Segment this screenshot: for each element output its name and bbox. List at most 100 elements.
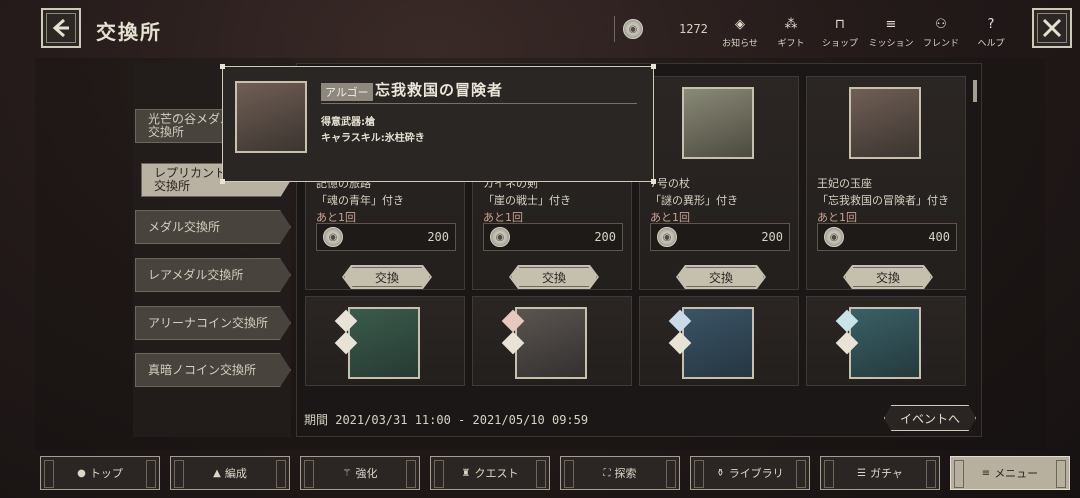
exchange-button[interactable]: 交換 <box>676 265 766 289</box>
bottom-nav-enhance[interactable]: ⚚ 強化 <box>300 456 420 490</box>
gift-icon: ⁂ <box>784 17 798 32</box>
bottom-nav-label: ライブラリ <box>728 467 784 480</box>
bottom-nav-menu[interactable]: ≡ メニュー <box>950 456 1070 490</box>
coin-icon: ◉ <box>657 227 677 247</box>
tooltip-corner <box>651 179 656 184</box>
bell-icon: ◈ <box>735 17 745 32</box>
coin-icon: ◉ <box>623 19 643 39</box>
sidebar-item-rare-medal[interactable]: レアメダル交換所 <box>135 258 291 292</box>
character-tooltip: アルゴー 忘我救国の冒険者 得意武器:槍 キャラスキル:氷柱砕き <box>220 64 656 184</box>
currency-display: ◉ 1272 <box>614 14 708 44</box>
sidebar-item-label: メダル交換所 <box>148 219 221 234</box>
character-portrait <box>682 87 754 159</box>
bottom-nav-library[interactable]: ⚱ ライブラリ <box>690 456 810 490</box>
item-description: 「魂の青年」付き <box>316 194 404 207</box>
mission-icon: ≡ <box>885 17 897 32</box>
nav-shop-label: ショップ <box>821 39 858 49</box>
weapon-type-badge-icon <box>668 331 692 355</box>
bottom-nav-top[interactable]: ● トップ <box>40 456 160 490</box>
item-description: 「謎の異形」付き <box>650 194 738 207</box>
sidebar-item-label: レアメダル交換所 <box>148 267 244 282</box>
bottom-nav-explore[interactable]: ⛶ 探索 <box>560 456 680 490</box>
coin-icon: ◉ <box>323 227 343 247</box>
weapon-portrait <box>835 307 921 379</box>
weapon-type-badge-icon <box>334 331 358 355</box>
exchange-button[interactable]: 交換 <box>843 265 933 289</box>
divider <box>614 16 615 42</box>
item-price: 200 <box>427 230 449 244</box>
bottom-nav-label: ガチャ <box>870 467 903 480</box>
nav-gift-label: ギフト <box>777 39 805 49</box>
bottom-nav-label: 探索 <box>614 467 637 480</box>
sidebar-item-medal[interactable]: メダル交換所 <box>135 210 291 244</box>
nav-news[interactable]: ◈ お知らせ <box>714 17 766 50</box>
shop-icon: ⊓ <box>834 17 846 32</box>
exchange-card[interactable]: 7号の杖 「謎の異形」付き あと1回 ◉ 200 交換 <box>639 76 799 290</box>
close-icon <box>1042 18 1062 38</box>
weapon-portrait <box>668 307 754 379</box>
bottom-nav-label: メニュー <box>994 467 1039 480</box>
arrow-left-icon <box>52 18 69 38</box>
exchange-button[interactable]: 交換 <box>509 265 599 289</box>
item-name: 7号の杖 <box>650 177 690 190</box>
exchange-card[interactable] <box>472 296 632 386</box>
bottom-nav-quest[interactable]: ♜ クエスト <box>430 456 550 490</box>
nav-help[interactable]: ? ヘルプ <box>965 17 1017 50</box>
character-skill: キャラスキル:氷柱砕き <box>321 133 425 144</box>
nav-mission[interactable]: ≡ ミッション <box>865 17 917 50</box>
exchange-card[interactable] <box>305 296 465 386</box>
bottom-nav-label: トップ <box>89 467 123 480</box>
character-portrait <box>849 87 921 159</box>
character-portrait <box>235 81 307 153</box>
weapon-type-badge-icon <box>835 309 859 333</box>
price-box: ◉ 200 <box>483 223 623 251</box>
character-name: 忘我救国の冒険者 <box>375 81 504 99</box>
library-icon: ⚱ <box>716 467 725 479</box>
tooltip-corner <box>220 64 225 69</box>
menu-icon: ≡ <box>981 467 991 479</box>
item-name: 王妃の玉座 <box>817 177 872 190</box>
event-button[interactable]: イベントへ <box>884 405 976 431</box>
sidebar-item-dark-coin[interactable]: 真暗ノコイン交換所 <box>135 353 291 387</box>
weapon-portrait <box>501 307 587 379</box>
bottom-nav-gacha[interactable]: ☰ ガチャ <box>820 456 940 490</box>
explore-icon: ⛶ <box>603 467 611 479</box>
formation-icon: ▲ <box>213 467 221 479</box>
close-button[interactable] <box>1032 8 1072 48</box>
price-box: ◉ 200 <box>650 223 790 251</box>
character-tag: アルゴー <box>321 83 373 101</box>
favorite-weapon: 得意武器:槍 <box>321 117 375 128</box>
nav-friend[interactable]: ⚇ フレンド <box>915 18 967 50</box>
bottom-nav-label: 編成 <box>224 467 247 480</box>
sidebar-item-label: 交換所 <box>148 125 185 139</box>
weapon-type-badge-icon <box>501 331 525 355</box>
item-description: 「崖の戦士」付き <box>483 194 571 207</box>
quest-icon: ♜ <box>461 467 471 479</box>
gacha-icon: ☰ <box>857 467 867 479</box>
scrollbar[interactable] <box>973 80 977 102</box>
nav-mission-label: ミッション <box>868 39 914 49</box>
sidebar-item-label: アリーナコイン交換所 <box>148 315 269 330</box>
exchange-card[interactable] <box>639 296 799 386</box>
weapon-portrait <box>334 307 420 379</box>
nav-shop[interactable]: ⊓ ショップ <box>814 17 866 50</box>
nav-help-label: ヘルプ <box>977 39 1005 49</box>
item-price: 200 <box>594 230 616 244</box>
event-period: 期間 2021/03/31 11:00 - 2021/05/10 09:59 <box>304 413 589 427</box>
exchange-button[interactable]: 交換 <box>342 265 432 289</box>
sidebar-item-arena-coin[interactable]: アリーナコイン交換所 <box>135 306 291 340</box>
sidebar-item-label: 交換所 <box>154 179 191 193</box>
tooltip-corner <box>220 179 225 184</box>
weapon-type-badge-icon <box>835 331 859 355</box>
page-title: 交換所 <box>96 20 162 44</box>
currency-amount: 1272 <box>679 22 708 36</box>
nav-friend-label: フレンド <box>922 39 959 49</box>
bottom-nav-formation[interactable]: ▲ 編成 <box>170 456 290 490</box>
nav-gift[interactable]: ⁂ ギフト <box>765 17 817 50</box>
item-description: 「忘我救国の冒険者」付き <box>817 194 949 207</box>
exchange-card[interactable]: 王妃の玉座 「忘我救国の冒険者」付き あと1回 ◉ 400 交換 <box>806 76 966 290</box>
help-icon: ? <box>987 17 995 32</box>
exchange-card[interactable] <box>806 296 966 386</box>
back-button[interactable] <box>41 8 81 48</box>
price-box: ◉ 200 <box>316 223 456 251</box>
